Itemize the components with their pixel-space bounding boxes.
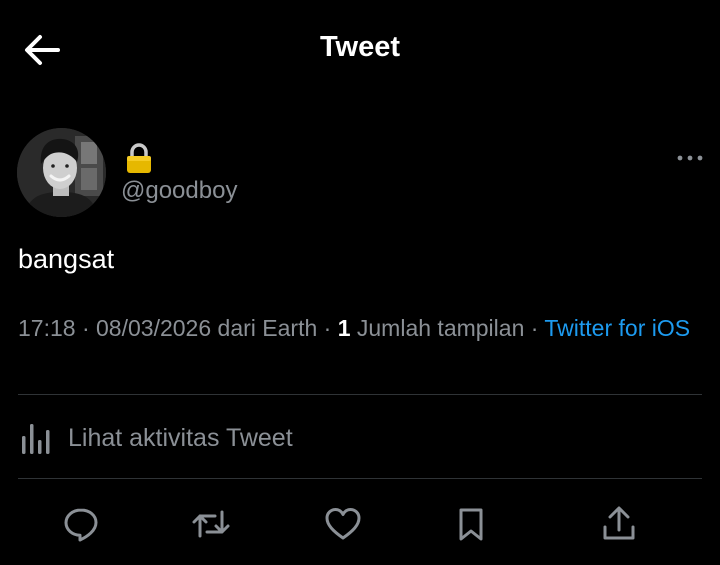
divider <box>18 478 702 479</box>
meta-separator: · <box>317 315 338 341</box>
share-button[interactable] <box>592 497 646 551</box>
view-activity-label: Lihat aktivitas Tweet <box>68 423 293 452</box>
views-label: Jumlah tampilan <box>350 315 525 341</box>
more-button[interactable] <box>672 148 708 168</box>
lock-icon <box>124 142 154 174</box>
like-button[interactable] <box>316 497 370 551</box>
divider <box>18 394 702 395</box>
bar-chart-icon <box>22 424 50 454</box>
retweet-icon[interactable] <box>191 506 231 542</box>
tweet-meta: 17:18 · 08/03/2026 dari Earth · 1 Jumlah… <box>18 313 698 344</box>
reply-button[interactable] <box>54 497 108 551</box>
tweet-time[interactable]: 17:18 <box>18 315 76 341</box>
tweet-text: bangsat <box>18 244 115 274</box>
bookmark-button[interactable] <box>444 497 498 551</box>
more-horizontal-icon[interactable] <box>672 148 708 168</box>
share-icon[interactable] <box>601 505 637 543</box>
tweet-date[interactable]: 08/03/2026 <box>96 315 211 341</box>
author-handle[interactable]: @goodboy <box>121 177 237 205</box>
tweet-location: dari Earth <box>211 315 318 341</box>
avatar[interactable] <box>17 128 106 217</box>
meta-separator: · <box>524 315 545 341</box>
views-count: 1 <box>337 315 351 341</box>
bookmark-icon[interactable] <box>455 506 487 542</box>
meta-separator: · <box>75 315 97 341</box>
page-title: Tweet <box>319 31 401 63</box>
retweet-button[interactable] <box>184 497 238 551</box>
tweet-source-link[interactable]: Twitter for iOS <box>544 315 690 341</box>
reply-icon[interactable] <box>63 506 99 542</box>
view-activity-button[interactable]: Lihat aktivitas Tweet <box>18 418 293 458</box>
like-icon[interactable] <box>324 506 362 542</box>
